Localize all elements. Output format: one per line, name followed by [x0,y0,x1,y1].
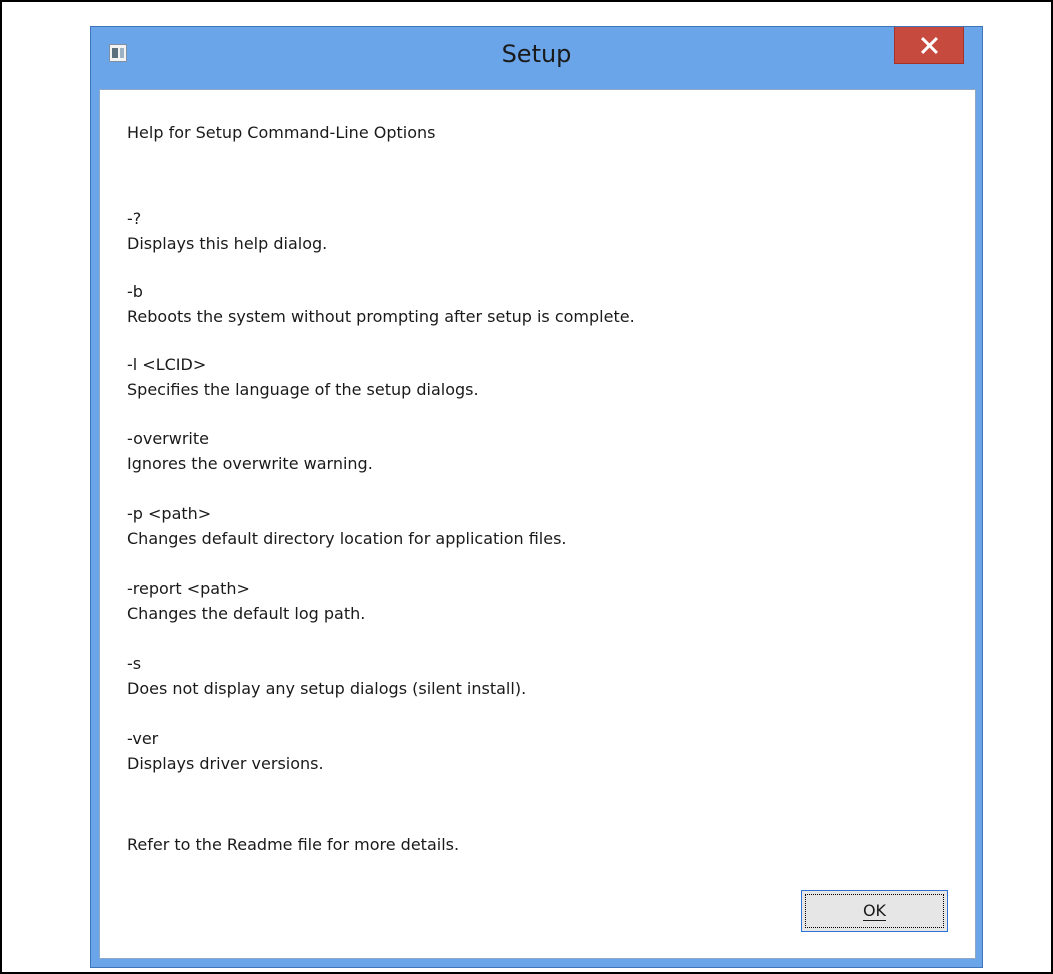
option-description: Displays this help dialog. [127,234,328,253]
option-item: -? Displays this help dialog. [127,206,927,281]
option-description: Changes default directory location for a… [127,529,567,548]
option-description: Specifies the language of the setup dial… [127,380,479,399]
ok-button-label: OK [862,901,887,921]
option-item: -p <path> Changes default directory loca… [127,501,927,576]
option-switch: -overwrite [127,429,209,448]
window-titlebar: Setup [91,27,982,89]
option-item: -b Reboots the system without prompting … [127,279,927,354]
option-description: Reboots the system without prompting aft… [127,307,635,326]
option-switch: -report <path> [127,579,250,598]
option-item: -l <LCID> Specifies the language of the … [127,352,927,427]
option-switch: -? [127,209,142,228]
option-description: Displays driver versions. [127,754,324,773]
option-item: -s Does not display any setup dialogs (s… [127,651,927,726]
option-item: -overwrite Ignores the overwrite warning… [127,426,927,501]
close-button[interactable] [894,27,964,64]
setup-window: Setup Help for Setup Command-Line Option… [90,26,983,968]
option-item: -ver Displays driver versions. [127,726,927,801]
screenshot-frame: Setup Help for Setup Command-Line Option… [0,0,1053,974]
option-description: Ignores the overwrite warning. [127,454,373,473]
close-icon [920,36,938,54]
dialog-content: Help for Setup Command-Line Options -? D… [99,89,976,959]
readme-footer-text: Refer to the Readme file for more detail… [127,835,460,854]
window-title: Setup [501,40,572,68]
option-switch: -p <path> [127,504,212,523]
option-switch: -b [127,282,143,301]
option-item: -report <path> Changes the default log p… [127,576,927,651]
option-switch: -ver [127,729,159,748]
dialog-heading: Help for Setup Command-Line Options [127,123,436,142]
option-switch: -l <LCID> [127,355,207,374]
ok-button[interactable]: OK [801,890,948,932]
option-switch: -s [127,654,142,673]
option-description: Does not display any setup dialogs (sile… [127,679,527,698]
option-description: Changes the default log path. [127,604,366,623]
command-line-options-list: -? Displays this help dialog. -b Reboots… [127,206,927,806]
